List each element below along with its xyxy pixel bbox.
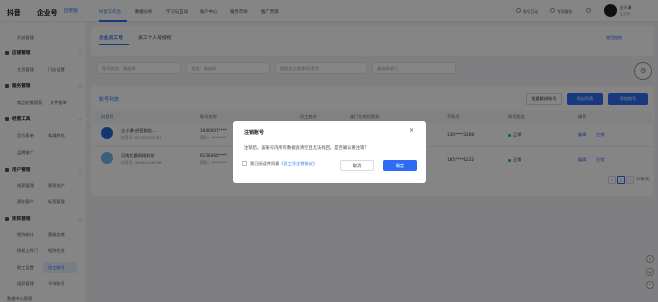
modal-title: 注销账号: [244, 130, 265, 136]
close-icon[interactable]: ×: [409, 127, 414, 134]
agree-prefix: 我已阅读并同意: [250, 161, 280, 166]
agree-text: 我已阅读并同意《员工号注销协议》: [250, 161, 317, 167]
cancel-button[interactable]: 取消: [340, 160, 374, 171]
agreement-link[interactable]: 《员工号注销协议》: [279, 161, 317, 166]
confirm-button[interactable]: 确定: [383, 160, 417, 171]
agree-checkbox[interactable]: [242, 161, 247, 166]
modal-body-text: 注销后，该账号内所有数据会清空且无法找回，是否确认要注销？: [244, 146, 369, 151]
